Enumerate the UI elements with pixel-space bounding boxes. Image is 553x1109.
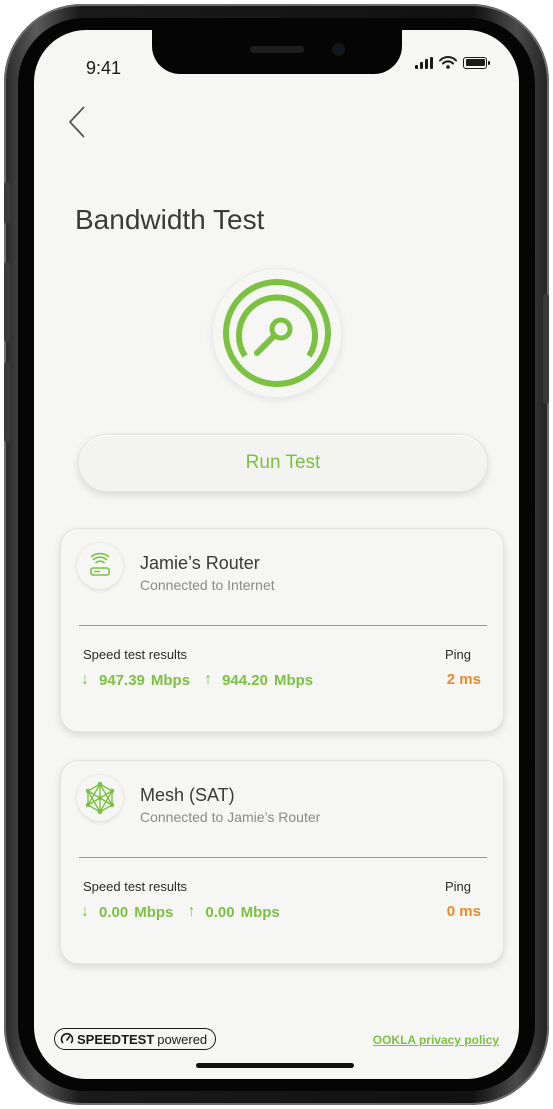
- speedtest-gauge: [212, 268, 342, 398]
- run-test-button[interactable]: Run Test: [78, 434, 488, 492]
- ookla-privacy-link[interactable]: OOKLA privacy policy: [373, 1033, 499, 1047]
- speedtest-wordmark: SPEEDTEST: [77, 1031, 155, 1047]
- upload-value: 944.20: [222, 671, 268, 689]
- upload-arrow-icon: ↑: [187, 903, 196, 920]
- chevron-left-icon: [68, 106, 85, 138]
- download-value: 0.00: [99, 903, 129, 921]
- device-name: Mesh (SAT): [140, 785, 235, 805]
- speed-values: ↓ 0.00 Mbps ↑ 0.00 Mbps: [81, 903, 294, 921]
- device-card-router[interactable]: Jamie’s Router Connected to Internet Spe…: [60, 528, 504, 732]
- download-arrow-icon: ↓: [81, 903, 89, 920]
- status-icons: [415, 56, 490, 69]
- download-unit: Mbps: [134, 903, 174, 921]
- ping-label: Ping: [444, 647, 471, 662]
- device-icon: [77, 543, 123, 589]
- battery-icon: [463, 56, 490, 69]
- volume-up-button: [4, 262, 10, 342]
- device-status: Connected to Jamie’s Router: [140, 809, 321, 825]
- speed-values: ↓ 947.39 Mbps ↑ 944.20 Mbps: [81, 671, 327, 689]
- page-title: Bandwidth Test: [75, 204, 265, 235]
- device-card-mesh[interactable]: Mesh (SAT) Connected to Jamie’s Router S…: [60, 760, 504, 964]
- speedtest-powered-logo: SPEEDTEST powered: [54, 1028, 217, 1050]
- device-icon: [77, 775, 123, 821]
- wifi-icon: [439, 56, 457, 69]
- ping-value: 0 ms: [446, 903, 481, 920]
- mute-switch: [4, 182, 10, 224]
- power-button: [543, 294, 549, 404]
- device-status: Connected to Internet: [140, 577, 275, 593]
- divider: [79, 857, 487, 858]
- speed-results-label: Speed test results: [83, 879, 188, 894]
- download-arrow-icon: ↓: [81, 671, 89, 688]
- notch: [152, 30, 402, 74]
- ping-value: 2 ms: [446, 671, 481, 688]
- divider: [79, 625, 487, 626]
- device-name: Jamie’s Router: [140, 553, 260, 573]
- router-icon: [90, 552, 110, 576]
- status-time: 9:41: [86, 58, 122, 78]
- download-unit: Mbps: [150, 671, 191, 689]
- volume-down-button: [4, 362, 10, 442]
- home-indicator[interactable]: [196, 1063, 354, 1068]
- upload-unit: Mbps: [273, 671, 314, 689]
- speedometer-icon: [223, 279, 331, 387]
- app-screen: 9:41 Bandwidth Test Run Test Jamie’s Rou…: [34, 30, 519, 1079]
- powered-label: powered: [157, 1031, 208, 1047]
- upload-arrow-icon: ↑: [204, 671, 213, 688]
- speed-results-label: Speed test results: [83, 647, 188, 662]
- mesh-network-icon: [85, 781, 115, 815]
- speaker-grille: [250, 46, 304, 53]
- front-camera: [332, 43, 345, 56]
- upload-unit: Mbps: [240, 903, 280, 921]
- speedtest-gauge-icon: [60, 1032, 74, 1044]
- download-value: 947.39: [99, 671, 145, 689]
- upload-value: 0.00: [205, 903, 235, 921]
- back-button[interactable]: [64, 102, 94, 142]
- signal-icon: [415, 56, 433, 69]
- ping-label: Ping: [444, 879, 471, 894]
